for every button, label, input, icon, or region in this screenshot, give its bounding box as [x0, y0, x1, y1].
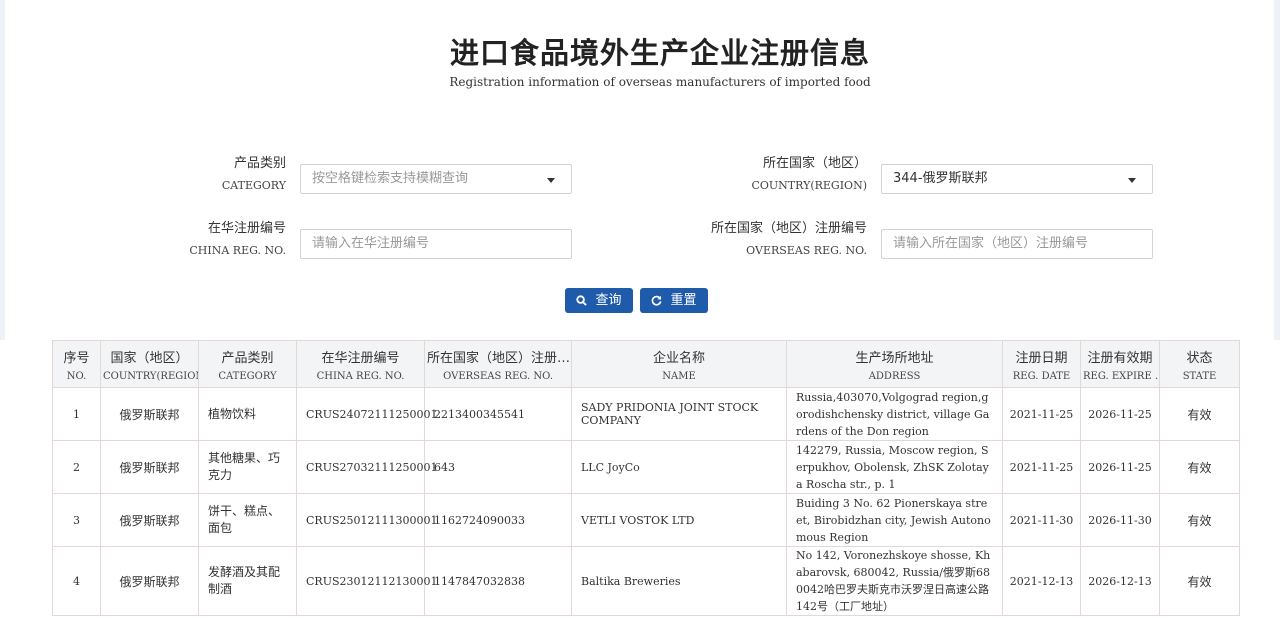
cell-address: 142279, Russia, Moscow region, Serpukhov… — [786, 440, 1003, 494]
cell-expire: 2026-11-30 — [1080, 493, 1160, 547]
cell-name: Baltika Breweries — [571, 546, 787, 616]
cell-no: 1 — [52, 387, 101, 441]
cell-china-reg: CRUS27032111250001 — [296, 440, 437, 494]
cell-category: 饼干、糕点、面包 — [198, 493, 297, 547]
cell-overseas-reg: 2213400345541 — [424, 387, 572, 441]
reset-button[interactable]: 重置 — [640, 288, 708, 313]
cell-name: LLC JoyCo — [571, 440, 787, 494]
reset-button-label: 重置 — [670, 293, 697, 308]
cell-country: 俄罗斯联邦 — [100, 493, 199, 547]
china-reg-label: 在华注册编号 CHINA REG. NO. — [150, 222, 286, 256]
cell-no: 3 — [52, 493, 101, 547]
cell-overseas-reg: 1147847032838 — [424, 546, 572, 616]
cell-expire: 2026-12-13 — [1080, 546, 1160, 616]
cell-state: 有效 — [1159, 493, 1240, 547]
refresh-icon — [652, 295, 662, 306]
page-title: 进口食品境外生产企业注册信息 — [449, 36, 870, 70]
search-button-label: 查询 — [595, 293, 622, 308]
overseas-reg-label: 所在国家（地区）注册编号 OVERSEAS REG. NO. — [690, 222, 867, 256]
overseas-reg-label-zh: 所在国家（地区）注册编号 — [710, 221, 867, 236]
cell-address: Buiding 3 No. 62 Pionerskaya street, Bir… — [786, 493, 1003, 547]
col-reg-date: 注册日期 REG. DATE — [1002, 340, 1081, 388]
country-label-zh: 所在国家（地区） — [762, 156, 867, 171]
col-no: 序号 NO. — [52, 340, 101, 388]
overseas-reg-placeholder: 请输入所在国家（地区）注册编号 — [893, 236, 1089, 251]
china-reg-placeholder: 请输入在华注册编号 — [312, 236, 430, 251]
category-label-en: CATEGORY — [221, 179, 286, 192]
overseas-reg-input[interactable]: 请输入所在国家（地区）注册编号 — [881, 229, 1153, 259]
col-address: 生产场所地址 ADDRESS — [786, 340, 1003, 388]
category-placeholder: 按空格键检索支持模糊查询 — [312, 171, 469, 186]
table-row[interactable]: 3 俄罗斯联邦 饼干、糕点、面包 CRUS25012111300001 1162… — [52, 493, 1240, 547]
cell-name: VETLI VOSTOK LTD — [571, 493, 787, 547]
cell-reg-date: 2021-12-13 — [1002, 546, 1081, 616]
search-button[interactable]: 查询 — [565, 288, 633, 313]
cell-china-reg: CRUS24072111250001 — [296, 387, 437, 441]
cell-reg-date: 2021-11-25 — [1002, 387, 1081, 441]
cell-category: 植物饮料 — [198, 387, 297, 441]
country-label-en: COUNTRY(REGION) — [751, 179, 867, 192]
china-reg-label-zh: 在华注册编号 — [207, 221, 286, 236]
cell-name: SADY PRIDONIA JOINT STOCK COMPANY — [571, 387, 787, 441]
col-state: 状态 STATE — [1159, 340, 1240, 388]
col-category: 产品类别 CATEGORY — [198, 340, 297, 388]
country-select[interactable]: 344-俄罗斯联邦 — [881, 164, 1153, 194]
page-subtitle: Registration information of overseas man… — [449, 75, 871, 89]
col-name: 企业名称 NAME — [571, 340, 787, 388]
category-label: 产品类别 CATEGORY — [150, 157, 286, 191]
cell-state: 有效 — [1159, 440, 1240, 494]
search-panel: 进口食品境外生产企业注册信息 Registration information … — [0, 0, 1280, 340]
cell-address: Russia,403070,Volgograd region,gorodishc… — [786, 387, 1003, 441]
cell-china-reg: CRUS23012112130001 — [296, 546, 437, 616]
category-label-zh: 产品类别 — [233, 156, 286, 171]
cell-country: 俄罗斯联邦 — [100, 440, 199, 494]
cell-country: 俄罗斯联邦 — [100, 387, 199, 441]
cell-expire: 2026-11-25 — [1080, 387, 1160, 441]
table-row[interactable]: 1 俄罗斯联邦 植物饮料 CRUS24072111250001 22134003… — [52, 387, 1240, 441]
cell-expire: 2026-11-25 — [1080, 440, 1160, 494]
table-row[interactable]: 4 俄罗斯联邦 发酵酒及其配制酒 CRUS23012112130001 1147… — [52, 546, 1240, 616]
search-icon — [576, 295, 588, 306]
cell-state: 有效 — [1159, 546, 1240, 616]
cell-no: 4 — [52, 546, 101, 616]
col-overseas-reg: 所在国家（地区）注册… OVERSEAS REG. NO. — [424, 340, 572, 388]
col-country: 国家（地区） COUNTRY(REGION) — [100, 340, 199, 388]
cell-address: No 142, Voronezhskoye shosse, Khabarovsk… — [786, 546, 1003, 616]
overseas-reg-label-en: OVERSEAS REG. NO. — [746, 244, 867, 257]
cell-overseas-reg: 1162724090033 — [424, 493, 572, 547]
cell-country: 俄罗斯联邦 — [100, 546, 199, 616]
results-table: 序号 NO. 国家（地区） COUNTRY(REGION) 产品类别 CATEGORY… — [52, 340, 1240, 616]
china-reg-label-en: CHINA REG. NO. — [189, 244, 286, 257]
country-label: 所在国家（地区） COUNTRY(REGION) — [700, 157, 867, 191]
cell-overseas-reg: 643 — [424, 440, 572, 494]
cell-reg-date: 2021-11-25 — [1002, 440, 1081, 494]
china-reg-input[interactable]: 请输入在华注册编号 — [300, 229, 572, 259]
country-value: 344-俄罗斯联邦 — [893, 171, 988, 186]
category-select[interactable]: 按空格键检索支持模糊查询 — [300, 164, 572, 194]
chevron-down-icon — [547, 178, 555, 183]
col-expire: 注册有效期 REG. EXPIRE … — [1080, 340, 1160, 388]
table-header: 序号 NO. 国家（地区） COUNTRY(REGION) 产品类别 CATEGORY… — [52, 340, 1240, 388]
cell-state: 有效 — [1159, 387, 1240, 441]
cell-china-reg: CRUS25012111300001 — [296, 493, 437, 547]
table-row[interactable]: 2 俄罗斯联邦 其他糖果、巧克力 CRUS27032111250001 643 … — [52, 440, 1240, 494]
cell-reg-date: 2021-11-30 — [1002, 493, 1081, 547]
chevron-down-icon — [1128, 178, 1136, 183]
col-china-reg: 在华注册编号 CHINA REG. NO. — [296, 340, 425, 388]
cell-category: 其他糖果、巧克力 — [198, 440, 297, 494]
cell-category: 发酵酒及其配制酒 — [198, 546, 297, 616]
cell-no: 2 — [52, 440, 101, 494]
